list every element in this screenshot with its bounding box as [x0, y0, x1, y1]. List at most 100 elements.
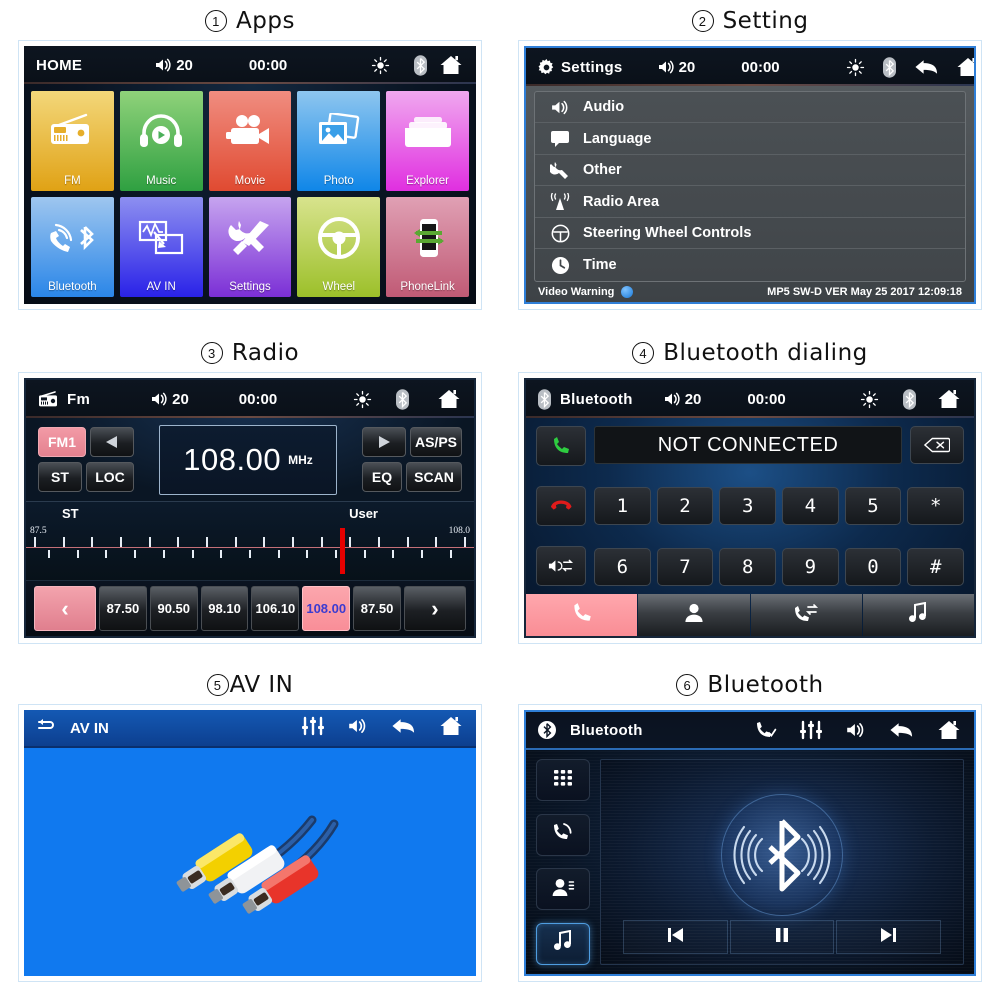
preset-button[interactable]: 87.50: [353, 586, 401, 631]
tab-call-history[interactable]: [750, 594, 862, 636]
tab-contacts[interactable]: [638, 594, 750, 636]
video-warning-indicator[interactable]: [621, 286, 634, 298]
preset-next-button[interactable]: ›: [403, 586, 466, 631]
preset-button[interactable]: 87.50: [99, 586, 147, 631]
settings-item-time[interactable]: Time: [535, 249, 965, 280]
backspace-button[interactable]: [910, 426, 964, 464]
speaker-icon[interactable]: [347, 717, 369, 740]
audio-transfer-button[interactable]: [536, 546, 586, 586]
volume-indicator[interactable]: 20: [154, 57, 193, 74]
preset-button[interactable]: 98.10: [200, 586, 249, 631]
preset-prev-button[interactable]: ‹: [34, 586, 96, 631]
dial-key[interactable]: 7: [656, 548, 714, 586]
brightness-icon[interactable]: [371, 56, 390, 75]
tab-dialpad[interactable]: [526, 594, 638, 636]
asps-button[interactable]: AS/PS: [410, 427, 462, 457]
phone-icon[interactable]: [753, 719, 777, 741]
back-icon[interactable]: [391, 716, 416, 741]
home-icon[interactable]: [955, 56, 974, 78]
dial-key[interactable]: 1: [594, 487, 651, 525]
bluetooth-status-icon[interactable]: [882, 56, 896, 78]
loc-button[interactable]: LOC: [86, 462, 134, 492]
dial-key[interactable]: 3: [719, 487, 777, 525]
st-button[interactable]: ST: [38, 462, 82, 492]
side-button-contacts[interactable]: [536, 868, 590, 911]
dial-key[interactable]: 5: [844, 487, 902, 525]
volume-indicator[interactable]: 20: [663, 391, 701, 408]
scale-min-label: 87.5: [30, 526, 47, 536]
av-in-video-area[interactable]: [24, 748, 476, 976]
speaker-icon[interactable]: [845, 721, 867, 739]
bluetooth-status-icon[interactable]: [902, 388, 916, 410]
equalizer-icon[interactable]: [301, 716, 325, 741]
app-tile-fm[interactable]: FM: [31, 91, 114, 191]
settings-item-other[interactable]: Other: [535, 155, 965, 187]
app-tile-movie[interactable]: Movie: [208, 91, 292, 191]
speech-bubble-icon: [549, 130, 571, 148]
av-in-title-label: AV IN: [70, 719, 109, 737]
call-answer-button[interactable]: [536, 426, 586, 466]
dial-key[interactable]: *: [907, 487, 965, 525]
tab-bt-music[interactable]: [862, 594, 974, 636]
camcorder-icon: [209, 91, 292, 173]
brightness-icon[interactable]: [353, 390, 372, 409]
dial-key[interactable]: 6: [594, 548, 651, 586]
preset-button-selected[interactable]: 108.00: [302, 586, 351, 631]
side-button-dialpad[interactable]: [536, 759, 590, 801]
app-tile-phonelink[interactable]: PhoneLink: [386, 197, 469, 297]
settings-item-steering-wheel-controls[interactable]: Steering Wheel Controls: [535, 218, 965, 250]
settings-item-radio-area[interactable]: Radio Area: [535, 186, 965, 218]
volume-indicator[interactable]: 20: [150, 391, 189, 408]
clock-label: 00:00: [248, 56, 288, 74]
home-icon[interactable]: [436, 388, 462, 410]
scan-button[interactable]: SCAN: [406, 462, 462, 492]
side-button-music[interactable]: [536, 922, 590, 965]
brightness-icon[interactable]: [860, 390, 879, 409]
dial-key[interactable]: 4: [782, 487, 839, 525]
radio-status-bar: Fm 20 00:00: [26, 380, 474, 418]
tune-down-button[interactable]: [90, 427, 134, 457]
eq-button[interactable]: EQ: [362, 462, 402, 492]
dial-key[interactable]: 0: [844, 548, 902, 586]
radio-top-controls: FM1 ST LOC 108.00 MHz AS/PS EQ SCAN: [26, 418, 474, 502]
prev-track-button[interactable]: [623, 920, 728, 954]
home-icon[interactable]: [438, 54, 464, 76]
bluetooth-status-icon[interactable]: [414, 54, 428, 76]
volume-indicator[interactable]: 20: [657, 59, 695, 76]
dial-key[interactable]: 2: [656, 487, 714, 525]
app-tile-av-in[interactable]: AV IN: [119, 197, 203, 297]
app-tile-explorer[interactable]: Explorer: [386, 91, 469, 191]
bluetooth-status-icon[interactable]: [396, 388, 410, 410]
preset-button[interactable]: 106.10: [251, 586, 300, 631]
brightness-icon[interactable]: [846, 58, 865, 77]
panel-apps: 1 Apps HOME 20 00:00 FM Music Movie Phot…: [0, 0, 500, 332]
call-history-tab-icon: [792, 602, 820, 629]
bt-number-display[interactable]: NOT CONNECTED: [594, 426, 902, 464]
app-tile-wheel[interactable]: Wheel: [297, 197, 381, 297]
app-tile-bluetooth[interactable]: Bluetooth: [31, 197, 114, 297]
stereo-indicator: ST: [62, 506, 79, 521]
tune-up-button[interactable]: [362, 427, 406, 457]
app-tile-photo[interactable]: Photo: [297, 91, 381, 191]
call-end-button[interactable]: [536, 486, 586, 526]
app-tile-music[interactable]: Music: [119, 91, 203, 191]
app-tile-settings[interactable]: Settings: [208, 197, 292, 297]
dial-key[interactable]: #: [907, 548, 965, 586]
settings-item-language[interactable]: Language: [535, 123, 965, 155]
dial-key[interactable]: 8: [719, 548, 777, 586]
radio-tuning-scale[interactable]: ST User 87.5 108.0: [26, 502, 474, 581]
side-button-call[interactable]: [536, 813, 590, 856]
preset-button[interactable]: 90.50: [149, 586, 198, 631]
next-track-button[interactable]: [836, 920, 942, 954]
radio-right-controls: AS/PS EQ SCAN: [362, 427, 462, 492]
equalizer-icon[interactable]: [799, 720, 823, 740]
dial-key[interactable]: 9: [782, 548, 839, 586]
settings-item-audio[interactable]: Audio: [535, 92, 965, 124]
home-icon[interactable]: [936, 388, 962, 410]
back-icon[interactable]: [914, 57, 939, 77]
back-icon[interactable]: [889, 720, 914, 740]
pause-button[interactable]: [729, 920, 835, 954]
band-button[interactable]: FM1: [38, 427, 86, 457]
home-icon[interactable]: [438, 715, 464, 742]
home-icon[interactable]: [936, 719, 962, 741]
